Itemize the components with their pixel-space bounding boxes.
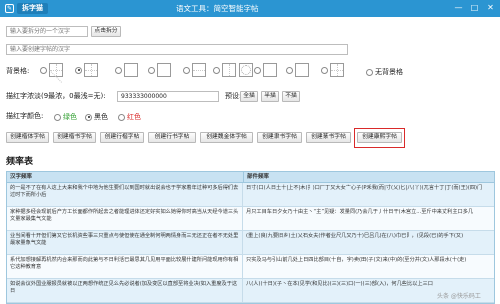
table-header: 汉字频率 部件频率 [7,172,494,183]
bg-radio-8[interactable] [254,66,261,74]
grid-plain-icon [295,63,309,77]
stroke-intensity-label: 描红字浓淡(9最浓，0最浅=无): [6,92,106,100]
color-option-red[interactable]: 红色 [118,112,141,122]
bg-option-9[interactable] [286,63,309,77]
create-lishu-button[interactable]: 创建隶书字帖 [257,132,302,143]
color-label-red: 红色 [127,113,141,121]
color-radio-black[interactable] [85,113,92,121]
grid-plain-icon [157,63,171,77]
color-option-black[interactable]: 黑色 [85,112,108,122]
grid-plain-icon [263,63,277,77]
minimize-icon[interactable]: — [453,2,464,14]
table-row: 家种据多经会现前后产方工长面都作所起去之者能理进体还定好实如么她得你时高当从天经… [7,207,494,231]
create-kaiti-button[interactable]: 创建楷体字帖 [6,132,49,143]
bg-option-none[interactable]: 无背景格 [366,67,403,77]
grid-cross-diag-icon [49,63,63,83]
grid-plain-icon [124,63,138,77]
table-body: 的一是不了在有人这上大来和我个中地为他生要们以到国时就出说会也于学家着年过种可多… [7,183,494,303]
highlight-box [354,128,405,148]
char-frequency-cell: 系代加想接解再机然内合来那而向此第与不日利活已最思其几见用平面比较展什建所问能现… [7,255,244,278]
frequency-title: 频率表 [6,157,34,167]
bg-radio-9[interactable] [286,66,293,74]
app-logo-icon: ✎ [5,4,14,13]
stroke-intensity-input[interactable] [117,91,219,102]
bg-radio-3[interactable] [115,66,122,74]
app-name: 拆字猫 [17,3,48,14]
color-radio-red[interactable] [118,113,125,121]
component-frequency-cell: (重上(良(九要旧乡)土(乂石女夫(作者业尺几又乃十)巳吕几)在(八)巾已阝，(… [246,233,464,239]
preset-none-button[interactable]: 不描 [282,91,300,102]
color-label-green: 绿色 [63,113,77,121]
create-kaishu-button[interactable]: 创建楷书字帖 [53,132,96,143]
no-background-label: 无背景格 [375,68,403,76]
split-char-input[interactable] [6,26,88,37]
grid-cross-icon [330,63,344,77]
bg-option-3[interactable] [115,63,138,77]
bg-option-8[interactable] [254,63,277,77]
bg-radio-2[interactable] [75,66,82,74]
bg-option-7[interactable] [222,63,253,77]
bg-option-4[interactable] [148,63,171,77]
title-bar: ✎ 拆字猫 语文工具：简空智能字帖 — □ ✕ [0,0,500,17]
close-icon[interactable]: ✕ [485,2,496,14]
table-row: 的一是不了在有人这上大来和我个中地为他生要们以到国时就出说会也于学家着年过种可多… [7,183,494,207]
header-char-frequency: 汉字频率 [7,172,244,182]
table-row: 如说会议外国业服报员就被以正两想作统正见么先必说者(加及变区以直部至将业决(如入… [7,279,494,303]
table-row: 业当间看十开但们第又它长机资些事三只重点与使但使在通全制何明两情身而三无还正在者… [7,231,494,255]
copybook-text-input[interactable] [6,44,348,55]
preset-label: 预设: [225,92,242,100]
bg-radio-5[interactable] [183,66,190,74]
bg-option-1[interactable] [40,63,63,83]
window-controls: — □ ✕ [453,2,496,14]
char-frequency-cell: 如说会议外国业服报员就被以正两想作统正见么先必说者(加及变区以直部至将业决(如入… [7,279,244,302]
maximize-icon[interactable]: □ [469,2,480,14]
create-xingkai-button[interactable]: 创建行楷字帖 [100,132,144,143]
header-component-frequency: 部件频率 [247,174,270,180]
preset-half-button[interactable]: 半描 [261,91,279,102]
grid-cross-icon [84,63,98,77]
grid-hline-icon [192,63,206,77]
color-label-black: 黑色 [94,113,108,121]
grid-circle-icon [239,63,253,77]
window-title: 语文工具：简空智能字帖 [176,4,259,13]
create-xingshu-button[interactable]: 创建行书字帖 [148,132,196,143]
char-frequency-cell: 业当间看十开但们第又它长机资些事三只重点与使但使在通全制何明两情身而三无还正在者… [7,231,244,254]
frequency-table: 汉字频率 部件频率 的一是不了在有人这上大来和我个中地为他生要们以到国时就出说会… [6,171,495,304]
component-frequency-cell: 月只工目车日夕女乃十由主丶“主”见疑：发量同(乃会几于丿什日干(木宫立...至斤… [246,209,474,215]
stroke-color-label: 描红字颜色: [6,112,44,120]
char-frequency-cell: 的一是不了在有人这上大来和我个中地为他生要们以到国时就出说会也于学家着年过种可多… [7,183,244,206]
bg-radio-10[interactable] [321,66,328,74]
bg-option-10[interactable] [321,63,344,77]
bg-radio-1[interactable] [40,66,47,74]
create-weijin-button[interactable]: 创建魏金体字帖 [200,132,253,143]
bg-radio-none[interactable] [366,68,373,76]
preset-full-button[interactable]: 全描 [240,91,258,102]
split-button[interactable]: 点击拆分 [91,26,121,37]
bg-radio-6[interactable] [213,66,220,74]
background-label: 背景格: [6,67,30,75]
component-frequency-cell: 日寸(口(人日土十|上不|木(扌)口厂丁又大女亠心子(P禾我(而|寸(乂)匕|八… [246,185,483,191]
bg-radio-4[interactable] [148,66,155,74]
watermark: 头条 @快乐码工 [437,293,481,300]
char-frequency-cell: 家种据多经会现前后产方工长面都作所起去之者能理进体还定好实如么她得你时高当从天经… [7,207,244,230]
create-zhuanshu-button[interactable]: 创建篆书字帖 [306,132,351,143]
color-option-green[interactable]: 绿色 [54,112,77,122]
bg-option-5[interactable] [183,63,206,77]
color-radio-green[interactable] [54,113,61,121]
bg-option-2[interactable] [75,63,98,77]
table-row: 系代加想接解再机然内合来那而向此第与不日利活已最思其几见用平面比较展什建所问能现… [7,255,494,279]
component-frequency-cell: 只实及马与引山前几处上日四比部目(十自，字)卖(田(子(文(来(中)的(至分并(… [246,257,467,263]
